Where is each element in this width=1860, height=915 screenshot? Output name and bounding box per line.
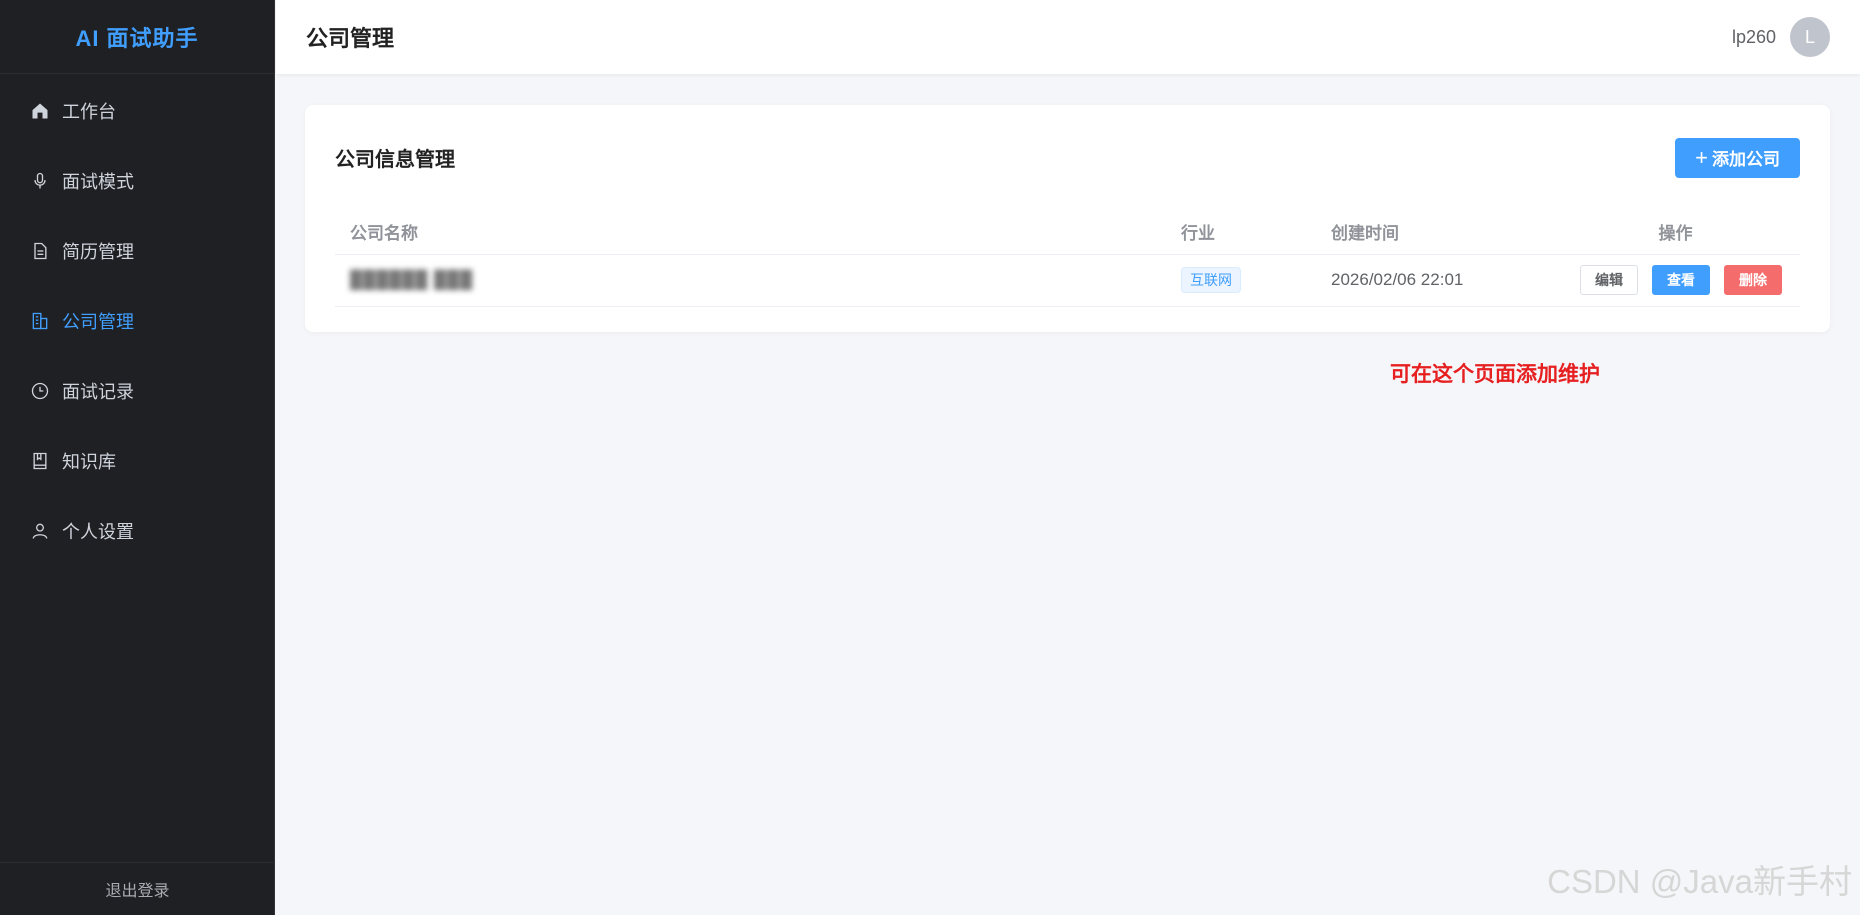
- add-company-label: 添加公司: [1712, 150, 1780, 169]
- company-name-cell: ██████ ███: [335, 254, 1181, 307]
- sidebar: AI 面试助手 工作台 面试模式 简历管理 公司管理 面试记录 知识库 个人设置…: [0, 0, 275, 915]
- view-button[interactable]: 查看: [1652, 265, 1710, 295]
- company-name: ██████ ███: [350, 270, 474, 289]
- sidebar-item-records[interactable]: 面试记录: [0, 356, 274, 426]
- delete-button[interactable]: 删除: [1724, 265, 1782, 295]
- add-company-button[interactable]: + 添加公司: [1675, 137, 1800, 178]
- user-menu[interactable]: lp260 L: [1732, 17, 1830, 57]
- top-header: 公司管理 lp260 L: [276, 0, 1860, 74]
- plus-icon: +: [1695, 144, 1708, 170]
- column-header-created[interactable]: 创建时间: [1331, 210, 1551, 255]
- username[interactable]: lp260: [1732, 27, 1776, 48]
- column-header-industry[interactable]: 行业: [1181, 210, 1331, 255]
- book-icon: [30, 451, 50, 471]
- column-header-actions: 操作: [1551, 210, 1800, 255]
- sidebar-item-label: 个人设置: [62, 522, 134, 542]
- table-row: ██████ ███ 互联网 2026/02/06 22:01 编辑 查看 删除: [335, 254, 1800, 307]
- column-header-name[interactable]: 公司名称: [335, 210, 1181, 255]
- user-icon: [30, 521, 50, 541]
- document-icon: [30, 241, 50, 261]
- card-header: 公司信息管理 + 添加公司: [335, 105, 1800, 210]
- sidebar-item-knowledge[interactable]: 知识库: [0, 426, 274, 496]
- company-card: 公司信息管理 + 添加公司 公司名称 行业 创建时间 操作 ██████ ███: [305, 105, 1830, 332]
- sidebar-item-label: 公司管理: [62, 312, 134, 332]
- industry-tag: 互联网: [1181, 267, 1241, 293]
- company-table: 公司名称 行业 创建时间 操作 ██████ ███ 互联网 2026/02/0…: [335, 210, 1800, 307]
- sidebar-item-interview-mode[interactable]: 面试模式: [0, 146, 274, 216]
- clock-icon: [30, 381, 50, 401]
- avatar[interactable]: L: [1790, 17, 1830, 57]
- watermark: CSDN @Java新手村: [1547, 863, 1852, 900]
- sidebar-item-label: 面试模式: [62, 172, 134, 192]
- logout-button[interactable]: 退出登录: [0, 862, 275, 915]
- sidebar-item-resume[interactable]: 简历管理: [0, 216, 274, 286]
- sidebar-item-label: 工作台: [62, 102, 116, 122]
- created-time-cell: 2026/02/06 22:01: [1331, 254, 1551, 307]
- brand-logo: AI 面试助手: [0, 0, 274, 74]
- table-header-row: 公司名称 行业 创建时间 操作: [335, 210, 1800, 255]
- annotation-text: 可在这个页面添加维护: [1390, 363, 1600, 386]
- card-title: 公司信息管理: [335, 149, 455, 171]
- actions-cell: 编辑 查看 删除: [1551, 254, 1800, 307]
- industry-cell: 互联网: [1181, 254, 1331, 307]
- building-icon: [30, 311, 50, 331]
- page-title: 公司管理: [306, 26, 395, 51]
- home-icon: [30, 101, 50, 121]
- sidebar-item-label: 面试记录: [62, 382, 134, 402]
- microphone-icon: [30, 171, 50, 191]
- sidebar-menu: 工作台 面试模式 简历管理 公司管理 面试记录 知识库 个人设置: [0, 76, 274, 566]
- sidebar-item-company[interactable]: 公司管理: [0, 286, 274, 356]
- sidebar-item-settings[interactable]: 个人设置: [0, 496, 274, 566]
- app-root: AI 面试助手 工作台 面试模式 简历管理 公司管理 面试记录 知识库 个人设置…: [0, 0, 1860, 915]
- edit-button[interactable]: 编辑: [1580, 265, 1638, 295]
- sidebar-item-dashboard[interactable]: 工作台: [0, 76, 274, 146]
- sidebar-item-label: 知识库: [62, 452, 116, 472]
- sidebar-item-label: 简历管理: [62, 242, 134, 262]
